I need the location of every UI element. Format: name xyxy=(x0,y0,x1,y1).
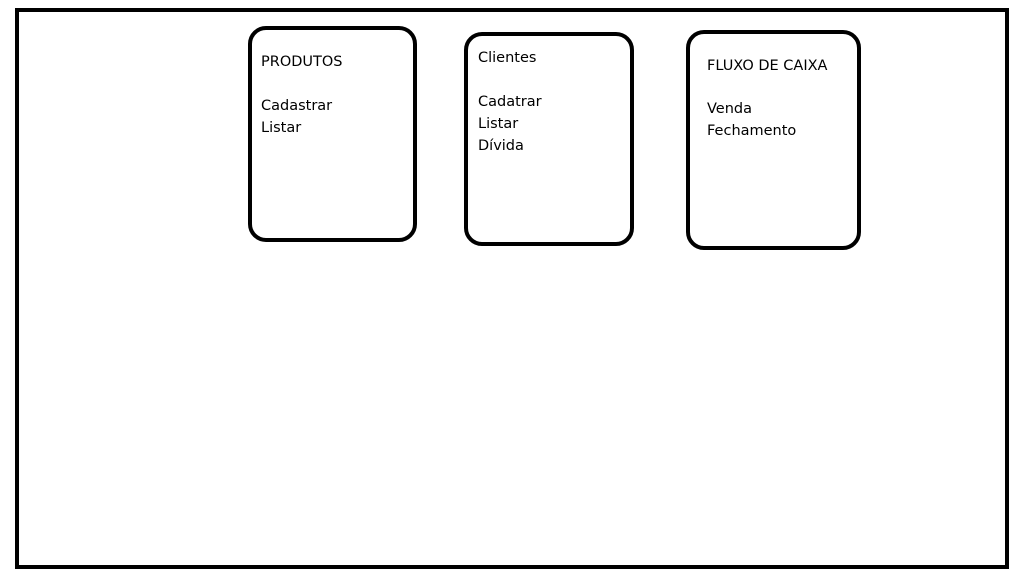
menu-item-listar-clientes[interactable]: Listar xyxy=(478,113,518,135)
card-clientes-title: Clientes xyxy=(478,50,537,66)
menu-item-venda[interactable]: Venda xyxy=(707,98,752,120)
menu-item-divida[interactable]: Dívida xyxy=(478,135,524,157)
menu-item-cadastrar[interactable]: Cadastrar xyxy=(261,95,332,117)
card-fluxo-title: FLUXO DE CAIXA xyxy=(707,58,828,74)
menu-item-listar[interactable]: Listar xyxy=(261,117,301,139)
card-produtos-title: PRODUTOS xyxy=(261,54,343,70)
menu-item-cadatrar[interactable]: Cadatrar xyxy=(478,91,542,113)
menu-item-fechamento[interactable]: Fechamento xyxy=(707,120,796,142)
